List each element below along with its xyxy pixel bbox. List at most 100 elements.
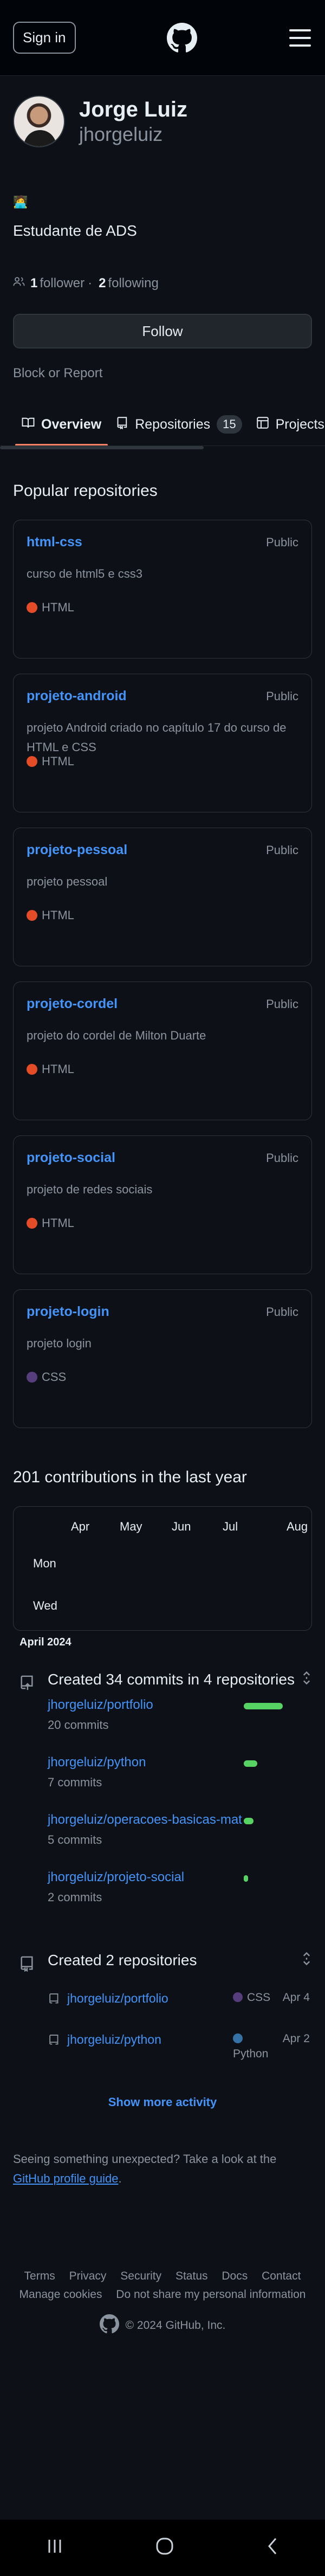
commit-repo-link[interactable]: jhorgeluiz/python — [48, 1755, 146, 1770]
tab-projects[interactable]: Projects — [256, 403, 324, 446]
commits-activity: Created 34 commits in 4 repositories jho… — [13, 1670, 312, 1919]
copyright: © 2024 GitHub, Inc. — [125, 2319, 226, 2332]
profile-guide-link[interactable]: GitHub profile guide — [13, 2172, 118, 2185]
follow-stats: 1 follower · 2 following — [13, 275, 312, 291]
repo-language: HTML — [27, 601, 74, 615]
profile-bio: Estudante de ADS — [13, 222, 137, 239]
footer-link-security[interactable]: Security — [120, 2270, 161, 2282]
commit-row: jhorgeluiz/python 7 commits — [48, 1755, 312, 1804]
repo-description: projeto do cordel de Milton Duarte — [27, 1029, 206, 1042]
repo-description: projeto login — [27, 1337, 92, 1350]
github-logo-icon[interactable] — [99, 2314, 119, 2337]
footer-link-contact[interactable]: Contact — [262, 2270, 301, 2282]
repo-card: projeto-social Public projeto de redes so… — [13, 1135, 312, 1274]
footer-link-status[interactable]: Status — [176, 2270, 208, 2282]
created-repo-link[interactable]: jhorgeluiz/python — [67, 2032, 161, 2047]
repo-card: projeto-login Public projeto login CSS — [13, 1289, 312, 1428]
show-more-activity-button[interactable]: Show more activity — [13, 2095, 312, 2109]
visibility-label: Public — [266, 843, 298, 857]
created-date: Apr 2 — [282, 2032, 310, 2045]
visibility-label: Public — [266, 1305, 298, 1319]
footer-link-manage-cookies[interactable]: Manage cookies — [20, 2288, 102, 2301]
repo-link[interactable]: projeto-pessoal — [27, 842, 127, 858]
repo-description: projeto pessoal — [27, 875, 108, 888]
following-link[interactable]: 2 following — [95, 276, 159, 291]
visibility-label: Public — [266, 535, 298, 549]
tabs-scroll-indicator — [0, 446, 204, 449]
commit-repo-link[interactable]: jhorgeluiz/portfolio — [48, 1697, 153, 1712]
month-label: Aug — [287, 1520, 308, 1533]
year-selector[interactable]: April 2024 — [20, 1636, 325, 1649]
tab-overview[interactable]: Overview — [15, 403, 108, 446]
sign-in-button[interactable]: Sign in — [13, 22, 76, 54]
created-repo-row: jhorgeluiz/python Python Apr 2 — [48, 2032, 312, 2074]
repo-language: HTML — [27, 908, 74, 922]
hamburger-menu-icon[interactable] — [288, 26, 312, 50]
repo-description: projeto Android criado no capítulo 17 do… — [27, 721, 287, 754]
commit-repo-link[interactable]: jhorgeluiz/operacoes-basicas-mat — [48, 1812, 242, 1827]
back-icon[interactable] — [264, 2536, 281, 2559]
footer-link-privacy[interactable]: Privacy — [69, 2270, 107, 2282]
repo-icon — [48, 2033, 60, 2050]
repo-description: projeto de redes sociais — [27, 1183, 153, 1196]
popular-repositories-title: Popular repositories — [13, 482, 158, 500]
contribution-calendar[interactable]: Apr May Jun Jul Aug Mon Wed — [13, 1506, 312, 1631]
day-label: Wed — [33, 1599, 57, 1612]
home-icon[interactable] — [154, 2535, 176, 2560]
repo-icon — [115, 416, 128, 433]
popular-repositories-list: html-css Public curso de html5 e css3 HTM… — [13, 520, 312, 1428]
month-label: Jul — [223, 1520, 238, 1533]
repo-link[interactable]: projeto-cordel — [27, 996, 118, 1012]
profile-tabs: Overview Repositories 15 Projects — [0, 403, 325, 446]
created-date: Apr 4 — [282, 1991, 310, 2004]
avatar[interactable] — [13, 95, 65, 147]
visibility-label: Public — [266, 997, 298, 1011]
language-color-dot — [233, 1992, 243, 2002]
block-or-report-link[interactable]: Block or Report — [13, 366, 312, 381]
created-repos-activity: Created 2 repositories jhorgeluiz/portfo… — [13, 1951, 312, 2074]
commits-summary: Created 34 commits in 4 repositories — [48, 1671, 295, 1688]
day-label: Mon — [33, 1557, 56, 1570]
footer-link-docs[interactable]: Docs — [222, 2270, 248, 2282]
commit-count-link[interactable]: 20 commits — [48, 1718, 312, 1732]
repo-link[interactable]: projeto-android — [27, 688, 127, 704]
fold-icon[interactable] — [301, 1951, 312, 1970]
contributions-title: 201 contributions in the last year — [13, 1468, 247, 1486]
repo-card: projeto-android Public projeto Android cr… — [13, 674, 312, 812]
repo-card: projeto-cordel Public projeto do cordel d… — [13, 982, 312, 1120]
fold-icon[interactable] — [301, 1670, 312, 1689]
github-logo-icon[interactable] — [166, 22, 198, 54]
repo-link[interactable]: html-css — [27, 534, 82, 550]
repo-language: HTML — [27, 1216, 74, 1230]
month-label: Jun — [172, 1520, 191, 1533]
commit-repo-link[interactable]: jhorgeluiz/projeto-social — [48, 1870, 184, 1884]
commit-row: jhorgeluiz/operacoes-basicas-mat 5 commi… — [48, 1812, 312, 1861]
repo-link[interactable]: projeto-login — [27, 1304, 109, 1320]
language-color-dot — [27, 910, 37, 921]
top-bar: Sign in — [0, 0, 325, 76]
followers-link[interactable]: 1 follower — [27, 276, 84, 291]
system-navigation-bar — [0, 2520, 325, 2576]
created-repos-summary: Created 2 repositories — [48, 1952, 197, 1968]
language-color-dot — [233, 2033, 243, 2043]
commit-count-link[interactable]: 5 commits — [48, 1833, 312, 1847]
created-repo-row: jhorgeluiz/portfolio CSS Apr 4 — [48, 1991, 312, 2032]
status-emoji[interactable]: 🧑‍💻 — [13, 195, 312, 211]
follow-button[interactable]: Follow — [13, 314, 312, 348]
created-repo-link[interactable]: jhorgeluiz/portfolio — [67, 1991, 168, 2006]
profile-login: jhorgeluiz — [79, 123, 163, 145]
repo-link[interactable]: projeto-social — [27, 1150, 115, 1166]
repo-language: HTML — [27, 754, 74, 769]
people-icon — [13, 275, 25, 291]
tab-repositories[interactable]: Repositories 15 — [115, 403, 242, 446]
recent-apps-icon[interactable] — [44, 2538, 66, 2558]
footer-link-terms[interactable]: Terms — [24, 2270, 55, 2282]
commit-count-link[interactable]: 7 commits — [48, 1776, 312, 1790]
commit-count-link[interactable]: 2 commits — [48, 1890, 312, 1904]
repo-icon — [18, 1955, 35, 1975]
profile-guide-note: Seeing something unexpected? Take a look… — [13, 2152, 277, 2185]
repo-push-icon — [18, 1675, 35, 1694]
commit-row: jhorgeluiz/projeto-social 2 commits — [48, 1870, 312, 1919]
footer-link-do-not-share[interactable]: Do not share my personal information — [116, 2288, 306, 2301]
repo-language: Python — [233, 2032, 268, 2061]
